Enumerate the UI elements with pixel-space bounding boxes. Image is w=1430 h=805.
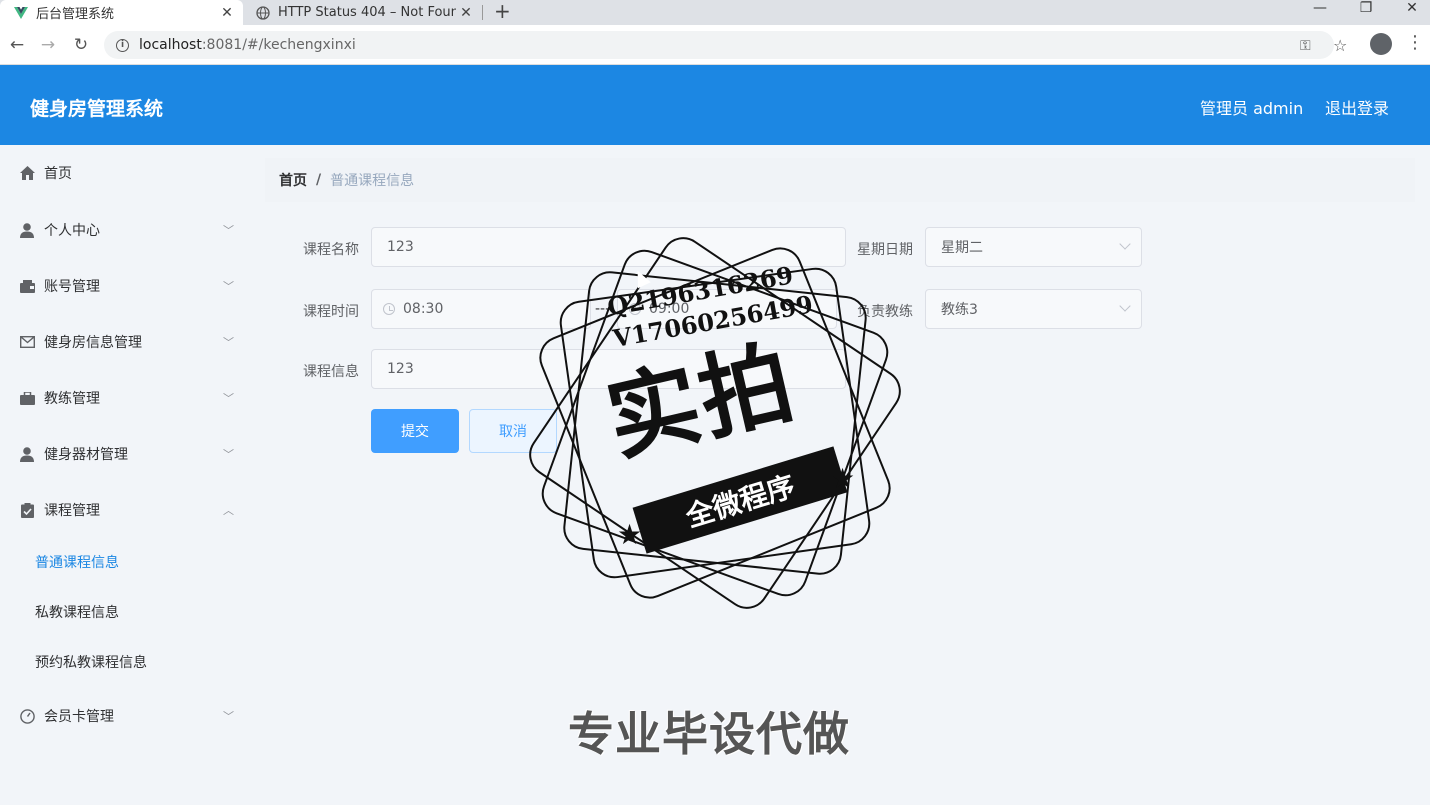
coach-label: 负责教练 (857, 304, 913, 320)
weekday-value: 星期二 (941, 240, 983, 256)
chevron-down-icon: ﹀ (223, 392, 234, 405)
time-start-value: 08:30 (403, 301, 444, 317)
sidebar-item-label: 健身房信息管理 (44, 335, 142, 351)
reload-icon[interactable]: ↻ (69, 33, 93, 57)
time-end-value: 09:00 (649, 301, 690, 317)
chevron-down-icon (1119, 238, 1131, 250)
course-form: 课程名称 123 星期日期 星期二 课程时间 08:30 --- 09:00 负… (265, 205, 1415, 485)
sidebar-subitem-private-course[interactable]: 私教课程信息 (0, 587, 255, 637)
tab-title: HTTP Status 404 – Not Found (278, 5, 456, 20)
vue-logo-icon (14, 6, 28, 19)
app-header: 健身房管理系统 管理员 admin 退出登录 (0, 65, 1430, 145)
address-bar: ← → ↻ i localhost:8081/#/kechengxinxi ⚿ … (0, 25, 1430, 65)
briefcase-icon (19, 390, 35, 406)
chevron-down-icon: ﹀ (223, 710, 234, 723)
menu-dots-icon[interactable]: ⋮ (1406, 33, 1424, 53)
chevron-down-icon (1119, 300, 1131, 312)
forward-icon[interactable]: → (36, 33, 60, 57)
back-icon[interactable]: ← (5, 33, 29, 57)
gauge-icon (19, 708, 35, 724)
clock-icon (383, 303, 395, 315)
sidebar-item-account[interactable]: 账号管理 ﹀ (0, 261, 255, 311)
clipboard-icon (19, 502, 35, 518)
browser-tab-active[interactable]: 后台管理系统 ✕ (0, 0, 243, 25)
tab-divider (482, 5, 483, 20)
sidebar-item-label: 健身器材管理 (44, 447, 128, 463)
sidebar: 首页 个人中心 ﹀ 账号管理 ﹀ 健身房信息管理 ﹀ 教练管理 ﹀ 健身器材管理 (0, 145, 255, 805)
sidebar-item-label: 课程管理 (44, 503, 100, 519)
user-icon (19, 446, 35, 462)
sidebar-subitem-reserve-private-course[interactable]: 预约私教课程信息 (0, 637, 255, 687)
chevron-up-icon: ︿ (223, 504, 234, 517)
sidebar-item-label: 账号管理 (44, 279, 100, 295)
clock-icon (629, 303, 641, 315)
watermark-slogan: 专业毕设代做 (568, 707, 850, 761)
cancel-button[interactable]: 取消 (469, 409, 557, 453)
restore-icon[interactable]: ❐ (1343, 0, 1389, 20)
sidebar-item-course[interactable]: 课程管理 ︿ (0, 485, 255, 535)
breadcrumb-current: 普通课程信息 (330, 173, 415, 189)
home-icon (19, 165, 35, 181)
course-info-input[interactable]: 123 (371, 349, 846, 389)
weekday-label: 星期日期 (857, 242, 913, 258)
sidebar-subitem-label: 预约私教课程信息 (35, 655, 147, 671)
url-host: localhost (139, 37, 202, 53)
course-name-value: 123 (387, 239, 414, 255)
star-icon: ★ (617, 518, 643, 551)
sidebar-item-equipment[interactable]: 健身器材管理 ﹀ (0, 429, 255, 479)
sidebar-item-home[interactable]: 首页 (0, 148, 255, 198)
wallet-icon (19, 278, 35, 294)
new-tab-icon[interactable]: + (494, 0, 511, 25)
close-window-icon[interactable]: ✕ (1389, 0, 1430, 20)
time-end-input[interactable]: 09:00 (617, 289, 837, 329)
url-field[interactable]: i localhost:8081/#/kechengxinxi (104, 31, 1334, 59)
close-icon[interactable]: ✕ (217, 5, 237, 21)
tab-title: 后台管理系统 (36, 7, 115, 22)
time-range-separator: --- (595, 301, 611, 317)
chevron-down-icon: ﹀ (223, 280, 234, 293)
chevron-down-icon: ﹀ (223, 224, 234, 237)
sidebar-item-coach[interactable]: 教练管理 ﹀ (0, 373, 255, 423)
sidebar-item-label: 个人中心 (44, 223, 100, 239)
breadcrumb-home[interactable]: 首页 (279, 170, 307, 190)
sidebar-subitem-normal-course[interactable]: 普通课程信息 (0, 537, 255, 587)
globe-icon (256, 5, 270, 20)
user-icon (19, 222, 35, 238)
browser-tab-bar: 后台管理系统 ✕ HTTP Status 404 – Not Found ✕ +… (0, 0, 1430, 25)
sidebar-subitem-label: 私教课程信息 (35, 605, 119, 621)
admin-label: 管理员 admin (1200, 99, 1304, 118)
star-icon[interactable]: ☆ (1333, 36, 1347, 55)
logout-button[interactable]: 退出登录 (1325, 95, 1389, 119)
mail-icon (19, 334, 35, 350)
minimize-icon[interactable]: — (1297, 0, 1343, 20)
course-name-label: 课程名称 (303, 242, 359, 258)
time-start-input[interactable]: 08:30 (371, 289, 591, 329)
weekday-select[interactable]: 星期二 (925, 227, 1142, 267)
sidebar-item-label: 会员卡管理 (44, 709, 114, 725)
chevron-down-icon: ﹀ (223, 448, 234, 461)
sidebar-item-gym-info[interactable]: 健身房信息管理 ﹀ (0, 317, 255, 367)
url-path: :8081/#/kechengxinxi (201, 37, 356, 53)
browser-tab-inactive[interactable]: HTTP Status 404 – Not Found ✕ (244, 0, 482, 25)
course-name-input[interactable]: 123 (371, 227, 846, 267)
sidebar-item-label: 教练管理 (44, 391, 100, 407)
coach-value: 教练3 (941, 302, 978, 318)
submit-button[interactable]: 提交 (371, 409, 459, 453)
breadcrumb-separator: / (316, 172, 322, 188)
chevron-down-icon: ﹀ (223, 336, 234, 349)
course-info-value: 123 (387, 361, 414, 377)
close-icon[interactable]: ✕ (456, 5, 476, 21)
sidebar-item-personal-center[interactable]: 个人中心 ﹀ (0, 205, 255, 255)
app-title: 健身房管理系统 (30, 98, 164, 120)
profile-avatar-icon[interactable] (1370, 33, 1392, 55)
course-time-label: 课程时间 (303, 304, 359, 320)
breadcrumb: 首页 / 普通课程信息 (265, 158, 1415, 202)
key-icon[interactable]: ⚿ (1300, 38, 1311, 54)
info-icon[interactable]: i (116, 38, 129, 52)
sidebar-item-label: 首页 (44, 166, 72, 182)
course-info-label: 课程信息 (303, 364, 359, 380)
coach-select[interactable]: 教练3 (925, 289, 1142, 329)
sidebar-item-membership-card[interactable]: 会员卡管理 ﹀ (0, 691, 255, 741)
sidebar-subitem-label: 普通课程信息 (35, 555, 119, 571)
